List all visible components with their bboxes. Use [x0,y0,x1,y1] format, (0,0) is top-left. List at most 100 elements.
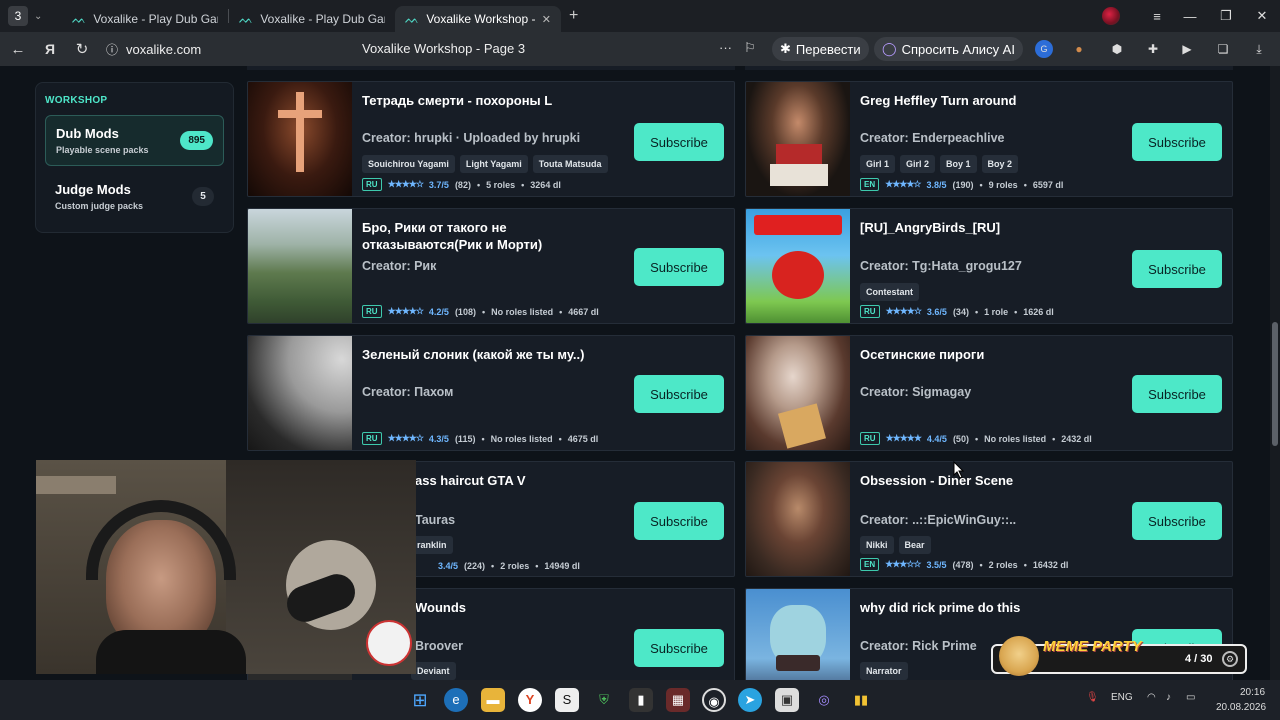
previous-card-edge [247,66,735,70]
subscribe-button[interactable]: Subscribe [634,502,724,540]
reload-icon[interactable]: ↻ [68,40,96,58]
mod-title: Бро, Рики от такого не отказываются(Рик … [362,220,543,252]
telegram-icon[interactable]: ➤ [738,688,762,712]
app-icon[interactable]: S [555,688,579,712]
mod-card[interactable]: [RU]_AngryBirds_[RU] Creator: Tg:Hata_gr… [745,208,1233,324]
sidebar-item-dub-mods[interactable]: Dub Mods Playable scene packs 895 [45,115,224,166]
clock-date[interactable]: 20.08.2026 [1216,702,1266,713]
rating-value: 3.8/5 [926,179,947,190]
mod-title: Wounds [415,600,467,615]
download-icon[interactable]: ⤓ [1250,40,1268,58]
minimize-icon[interactable]: — [1172,9,1208,24]
mod-thumbnail[interactable] [746,209,850,323]
mod-thumbnail[interactable] [746,336,850,450]
mod-card[interactable]: Greg Heffley Turn around Creator: Enderp… [745,81,1233,197]
movie-logo-shape [754,215,842,235]
subscribe-button[interactable]: Subscribe [1132,375,1222,413]
site-info-icon[interactable]: ⓘ [106,41,118,58]
back-arrow-icon[interactable]: ← [4,41,32,58]
media-play-icon[interactable]: ▶ [1178,40,1196,58]
menu-icon[interactable]: ≡ [1142,9,1172,24]
extension-cube-icon[interactable]: ⬢ [1108,40,1126,58]
url-field[interactable]: ⓘ voxalike.com [106,41,326,58]
extensions-puzzle-icon[interactable]: ✚ [1144,40,1162,58]
mod-meta: RU ★★★★☆ 4.3/5 (115) • No roles listed •… [362,432,598,445]
mod-creator: Creator: hrupki · Uploaded by hrupki [362,131,581,145]
chevron-down-icon[interactable]: ⌄ [34,11,52,22]
input-language[interactable]: ENG [1111,692,1133,703]
subscribe-button[interactable]: Subscribe [634,375,724,413]
yandex-logo-icon[interactable]: Я [36,41,64,57]
edge-icon[interactable]: e [444,688,468,712]
shield-icon[interactable]: ⛨ [592,688,616,712]
subscribe-button[interactable]: Subscribe [634,629,724,667]
close-tab-icon[interactable]: ✕ [542,13,551,26]
terminal-icon[interactable]: ▮ [629,688,653,712]
app-yellow-icon[interactable]: ▮▮ [849,688,873,712]
mod-thumbnail[interactable] [248,82,352,196]
page-scrollbar[interactable] [1270,66,1280,680]
tab-voxalike-1[interactable]: ᨓ Voxalike - Play Dub Game [62,6,228,32]
mod-thumbnail[interactable] [248,336,352,450]
tab-voxalike-2[interactable]: ᨓ Voxalike - Play Dub Game [229,6,395,32]
obs-icon[interactable]: ◉ [702,688,726,712]
wifi-icon[interactable]: ◠ [1147,692,1156,703]
url-text: voxalike.com [126,41,202,57]
translate-button[interactable]: ✱ Перевести [772,37,869,61]
mod-card[interactable]: Зеленый слоник (какой же ты му..) Creato… [247,335,735,451]
meta-dot: • [521,179,525,190]
mod-card[interactable]: Obsession - Diner Scene Creator: ..::Epi… [745,461,1233,577]
mod-card[interactable]: Осетинские пироги Creator: Sigmagay RU ★… [745,335,1233,451]
start-windows-icon[interactable]: ⊞ [408,688,432,712]
mod-card[interactable]: Тетрадь смерти - похороны L Creator: hru… [247,81,735,197]
rating-stars-icon: ★★★★☆ [885,179,921,189]
mod-thumbnail[interactable] [248,209,352,323]
app-circle-icon[interactable]: ◎ [812,688,836,712]
rating-value: 4.3/5 [428,433,449,444]
mod-creator: Creator: Пахом [362,385,454,399]
subscribe-button[interactable]: Subscribe [1132,502,1222,540]
volume-icon[interactable]: ♪ [1166,692,1171,703]
tab-voxalike-workshop[interactable]: ᨓ Voxalike Workshop - Pa ✕ [395,6,561,32]
subscribe-button[interactable]: Subscribe [1132,250,1222,288]
scrollbar-thumb[interactable] [1272,322,1278,446]
meta-dot: • [979,559,983,570]
tab-count-badge[interactable]: 3 [8,6,28,26]
app-frame-icon[interactable]: ▣ [775,688,799,712]
meta-dot: • [1052,433,1056,444]
restore-icon[interactable]: ❐ [1208,8,1244,24]
close-window-icon[interactable]: ✕ [1244,8,1280,24]
more-icon[interactable]: ··· [719,40,732,55]
new-tab-button[interactable]: + [569,7,578,25]
microphone-icon[interactable]: 🎙 [1086,692,1099,703]
clock-time[interactable]: 20:16 [1240,687,1265,698]
subscribe-button[interactable]: Subscribe [634,123,724,161]
yandex-browser-icon[interactable]: Y [518,688,542,712]
battery-icon[interactable]: ▭ [1186,692,1195,703]
mod-thumbnail[interactable] [746,462,850,576]
role-tag: Touta Matsuda [532,155,608,173]
alice-label: Спросить Алису AI [901,41,1015,57]
meta-dot: • [1023,179,1027,190]
rating-stars-icon: ★★★★☆ [885,306,922,316]
subscribe-button[interactable]: Subscribe [634,248,724,286]
ask-alice-button[interactable]: ◯ Спросить Алису AI [874,37,1023,61]
profile-avatar[interactable] [1102,7,1120,25]
extension-blue-icon[interactable]: G [1035,40,1053,58]
subscribe-button[interactable]: Subscribe [1132,123,1222,161]
mod-thumbnail[interactable] [746,589,850,680]
game-icon[interactable]: ▦ [666,688,690,712]
file-explorer-icon[interactable]: ▬ [481,688,505,712]
translate-label: Перевести [795,41,861,57]
bookmark-icon[interactable]: ⚐ [744,40,756,56]
mod-card[interactable]: Бро, Рики от такого не отказываются(Рик … [247,208,735,324]
extension-bear-icon[interactable]: ● [1070,40,1088,58]
meta-dot: • [974,433,979,444]
collections-icon[interactable]: ❏ [1214,40,1232,58]
mod-thumbnail[interactable] [746,82,850,196]
rating-votes: (478) [952,559,974,570]
sidebar-item-judge-mods[interactable]: Judge Mods Custom judge packs 5 [45,172,224,223]
tab-label: Voxalike Workshop - Pa [426,12,534,26]
mod-title: [RU]_AngryBirds_[RU] [860,220,1001,235]
pie-slice-shape [778,403,826,449]
